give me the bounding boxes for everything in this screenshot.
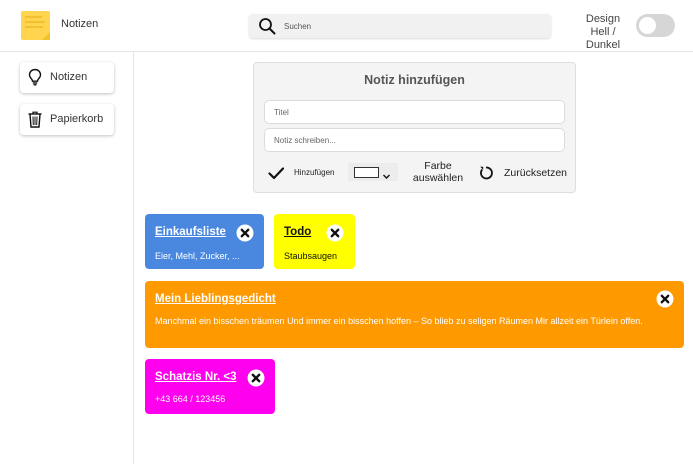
app-title: Notizen [61,18,99,30]
note-title-input[interactable] [264,100,565,124]
search-input[interactable] [284,16,544,36]
note-card[interactable]: Mein Lieblingsgedicht Manchmal ein bissc… [145,281,684,348]
close-icon[interactable] [326,224,344,242]
sidebar-item-notes[interactable]: Notizen [20,62,114,93]
sidebar-item-label: Papierkorb [50,113,104,125]
reset-label: Zurücksetzen [504,167,568,179]
toggle-knob [639,17,656,34]
checkmark-icon [268,165,285,181]
search-icon [258,17,276,35]
theme-toggle[interactable] [636,14,675,37]
color-label-line2: auswählen [412,172,464,184]
add-note-button[interactable]: Hinzufügen [268,163,343,183]
sidebar-item-label: Notizen [50,71,88,83]
app-header: Notizen Design Hell / Dunkel [0,0,693,52]
theme-label-line2: Hell / Dunkel [585,26,621,51]
color-swatch [354,167,379,178]
note-title: Mein Lieblingsgedicht [155,293,276,305]
color-label: Farbe auswählen [408,160,468,184]
form-title: Notiz hinzufügen [364,73,465,87]
undo-icon [478,165,494,181]
note-card[interactable]: Einkaufsliste Eier, Mehl, Zucker, ... [145,214,264,269]
note-body-input[interactable] [264,128,565,152]
close-icon[interactable] [236,224,254,242]
note-card[interactable]: Todo Staubsaugen [274,214,355,269]
search-bar[interactable] [249,14,551,38]
theme-label-line1: Design [585,13,621,25]
close-icon[interactable] [247,369,265,387]
sidebar: Notizen Papierkorb [0,52,134,464]
note-title: Todo [284,226,312,238]
add-note-form: Notiz hinzufügen Hinzufügen Farbe auswäh… [253,62,576,193]
sticky-note-logo-icon [20,10,51,41]
note-body: Staubsaugen [284,251,338,261]
note-card[interactable]: Schatzis Nr. <3 +43 664 / 123456 [145,359,275,414]
color-picker-select[interactable] [348,163,398,181]
color-label-line1: Farbe [424,160,452,172]
add-note-label: Hinzufügen [294,168,335,177]
chevron-down-icon [382,168,391,179]
theme-label: Design Hell / Dunkel [578,13,628,52]
note-body: +43 664 / 123456 [155,394,226,404]
note-title: Schatzis Nr. <3 [155,371,237,383]
sidebar-item-trash[interactable]: Papierkorb [20,104,114,135]
note-body: Eier, Mehl, Zucker, ... [155,251,240,261]
trash-icon [26,110,44,128]
reset-button[interactable]: Zurücksetzen [478,163,570,183]
note-title: Einkaufsliste [155,226,226,238]
close-icon[interactable] [656,290,674,308]
lightbulb-icon [26,68,44,86]
note-body: Manchmal ein bisschen träumen Und immer … [155,316,643,326]
